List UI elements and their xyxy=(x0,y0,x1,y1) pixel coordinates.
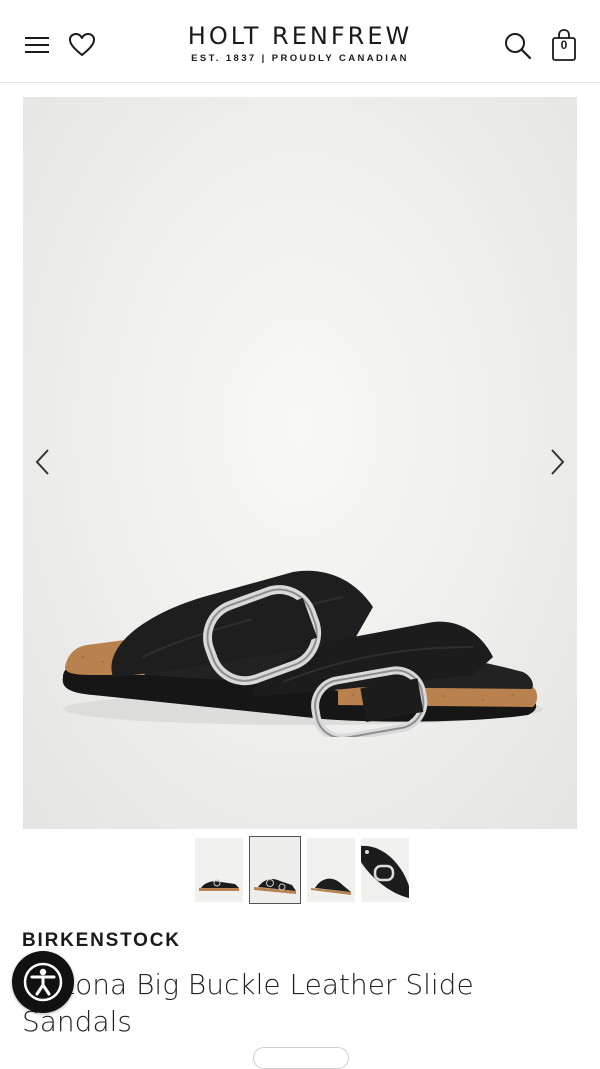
next-image-button[interactable] xyxy=(539,437,575,487)
previous-image-button[interactable] xyxy=(25,437,61,487)
product-title: Arizona Big Buckle Leather Slide Sandals xyxy=(22,968,474,1038)
wishlist-button[interactable] xyxy=(66,30,98,60)
logo-subtitle: EST. 1837 | PROUDLY CANADIAN xyxy=(191,53,409,64)
thumbnail-3[interactable] xyxy=(307,838,355,902)
product-brand[interactable]: BIRKENSTOCK xyxy=(22,930,181,952)
site-header: HOLT RENFREW EST. 1837 | PROUDLY CANADIA… xyxy=(0,0,600,83)
search-button[interactable] xyxy=(502,30,534,62)
search-icon xyxy=(505,33,532,60)
menu-icon xyxy=(25,37,49,53)
accessibility-button[interactable] xyxy=(12,951,74,1013)
chevron-left-icon xyxy=(35,449,49,475)
thumbnail-1[interactable] xyxy=(195,838,243,902)
chevron-right-icon xyxy=(551,449,565,475)
thumbnail-4[interactable] xyxy=(361,838,409,902)
accessibility-icon xyxy=(23,962,63,1002)
thumbnail-strip xyxy=(195,836,409,904)
holt-renfrew-logo[interactable]: HOLT RENFREW EST. 1837 | PROUDLY CANADIA… xyxy=(150,22,450,64)
product-image-sandal xyxy=(62,570,543,737)
bottom-pill-button[interactable] xyxy=(253,1047,349,1069)
bag-count: 0 xyxy=(560,38,568,52)
logo-title: HOLT RENFREW xyxy=(187,22,413,50)
thumbnail-2-active[interactable] xyxy=(249,836,301,904)
heart-icon xyxy=(69,33,95,56)
shopping-bag-button[interactable]: 0 xyxy=(548,28,580,64)
product-image-gallery[interactable] xyxy=(23,97,577,829)
menu-button[interactable] xyxy=(22,30,52,60)
